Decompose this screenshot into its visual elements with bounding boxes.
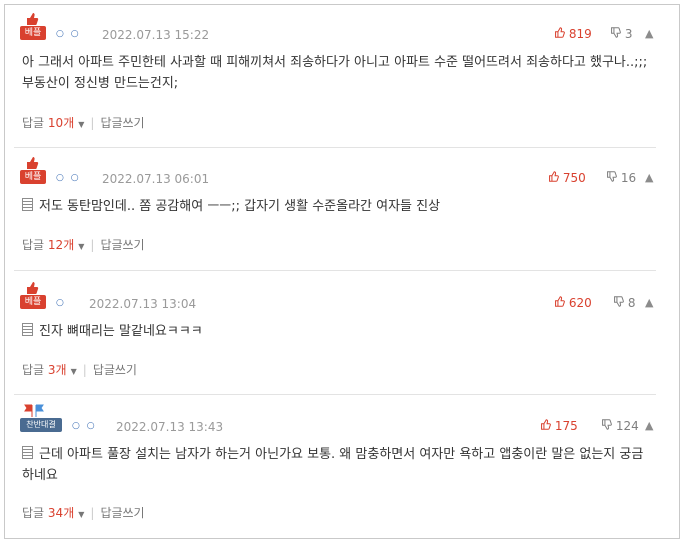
thumbs-up-icon <box>549 171 559 182</box>
badge-label: 베플 <box>20 26 46 40</box>
author-dots[interactable]: ○ <box>56 298 66 308</box>
comment-date: 2022.07.13 13:43 <box>116 420 224 434</box>
reply-toggle[interactable]: 답글 34개 ▼ <box>22 506 84 520</box>
comment-text: 진자 뼈때리는 말같네요ㅋㅋㅋ <box>22 311 654 342</box>
document-icon <box>22 446 33 459</box>
comment-item: 베플 ○ ○ 2022.07.13 06:01 750 16 ▲ 저도 동탄맘인… <box>14 150 654 252</box>
thumbs-down-icon <box>614 296 624 307</box>
chevron-down-icon: ▼ <box>70 367 77 376</box>
versus-badge: 찬반대결 <box>20 404 62 436</box>
chevron-down-icon: ▼ <box>78 242 85 251</box>
thumbs-up-icon <box>27 157 39 170</box>
document-icon <box>22 198 33 211</box>
comment-date: 2022.07.13 15:22 <box>102 28 210 42</box>
badge-label: 찬반대결 <box>20 418 62 432</box>
comment-text: 아 그래서 아파트 주민한테 사과할 때 피해끼쳐서 죄송하다가 아니고 아파트… <box>22 55 648 91</box>
comment-actions: 답글 3개 ▼ | 답글쓰기 <box>22 363 137 377</box>
downvote-button[interactable]: 16 <box>606 171 636 185</box>
report-icon[interactable]: ▲ <box>645 296 653 309</box>
badge-label: 베플 <box>20 295 46 309</box>
upvote-count: 750 <box>562 171 586 185</box>
comment-date: 2022.07.13 06:01 <box>102 172 210 186</box>
upvote-count: 819 <box>568 27 592 41</box>
upvote-count: 175 <box>554 419 578 433</box>
downvote-count: 124 <box>615 419 639 433</box>
comment-item: 찬반대결 ○ ○ 2022.07.13 13:43 175 124 ▲ 근데 아… <box>14 398 654 520</box>
upvote-button[interactable]: 175 <box>540 419 578 433</box>
downvote-button[interactable]: 3 <box>610 27 632 41</box>
chevron-down-icon: ▼ <box>78 120 85 129</box>
report-icon[interactable]: ▲ <box>645 419 653 432</box>
thumbs-down-icon <box>611 27 621 38</box>
reply-toggle[interactable]: 답글 12개 ▼ <box>22 238 84 252</box>
thumbs-down-icon <box>602 419 612 430</box>
comment-item: 베플 ○ ○ 2022.07.13 15:22 819 3 ▲ 아 그래서 아파… <box>14 6 654 130</box>
downvote-count: 16 <box>620 171 637 185</box>
comment-actions: 답글 10개 ▼ | 답글쓰기 <box>22 116 145 130</box>
divider <box>14 394 656 395</box>
best-badge: 베플 <box>20 12 46 44</box>
reply-toggle[interactable]: 답글 3개 ▼ <box>22 363 77 377</box>
divider <box>14 270 656 271</box>
report-icon[interactable]: ▲ <box>645 171 653 184</box>
comment-actions: 답글 34개 ▼ | 답글쓰기 <box>22 506 145 520</box>
thumbs-up-icon <box>555 27 565 38</box>
badge-label: 베플 <box>20 170 46 184</box>
author-dots[interactable]: ○ ○ <box>72 421 97 431</box>
write-reply-link[interactable]: 답글쓰기 <box>100 116 144 130</box>
best-badge: 베플 <box>20 281 46 313</box>
author-dots[interactable]: ○ ○ <box>56 173 81 183</box>
thumbs-up-icon <box>27 13 39 26</box>
write-reply-link[interactable]: 답글쓰기 <box>93 363 137 377</box>
downvote-count: 3 <box>624 27 633 41</box>
reply-toggle[interactable]: 답글 10개 ▼ <box>22 116 84 130</box>
upvote-button[interactable]: 750 <box>548 171 586 185</box>
upvote-button[interactable]: 819 <box>554 27 592 41</box>
chevron-down-icon: ▼ <box>78 510 85 519</box>
document-icon <box>22 323 33 336</box>
comment-meta: 베플 ○ ○ 2022.07.13 06:01 750 16 ▲ <box>14 150 654 186</box>
thumbs-down-icon <box>607 171 617 182</box>
comment-meta: 베플 ○ 2022.07.13 13:04 620 8 ▲ <box>14 275 654 311</box>
downvote-count: 8 <box>627 296 636 310</box>
upvote-count: 620 <box>568 296 592 310</box>
downvote-button[interactable]: 8 <box>613 296 635 310</box>
report-icon[interactable]: ▲ <box>645 27 653 40</box>
comment-text: 근데 아파트 풀장 설치는 남자가 하는거 아닌가요 보통. 왜 맘충하면서 여… <box>22 446 644 483</box>
downvote-button[interactable]: 124 <box>601 419 639 433</box>
thumbs-up-icon <box>541 419 551 430</box>
divider <box>14 147 656 148</box>
comment-item: 베플 ○ 2022.07.13 13:04 620 8 ▲ 진자 뼈때리는 말같… <box>14 275 654 377</box>
best-badge: 베플 <box>20 156 46 188</box>
thumbs-up-icon <box>555 296 565 307</box>
write-reply-link[interactable]: 답글쓰기 <box>100 238 144 252</box>
author-dots[interactable]: ○ ○ <box>56 29 81 39</box>
thumbs-up-icon <box>27 282 39 295</box>
flags-icon <box>24 404 44 417</box>
comment-meta: 찬반대결 ○ ○ 2022.07.13 13:43 175 124 ▲ <box>14 398 654 434</box>
comment-text: 저도 동탄맘인데.. 쫌 공감해여 ㅡㅡ;; 갑자기 생활 수준올라간 여자들 … <box>22 186 654 217</box>
comment-meta: 베플 ○ ○ 2022.07.13 15:22 819 3 ▲ <box>14 6 654 42</box>
write-reply-link[interactable]: 답글쓰기 <box>100 506 144 520</box>
comment-actions: 답글 12개 ▼ | 답글쓰기 <box>22 238 145 252</box>
comment-date: 2022.07.13 13:04 <box>89 297 197 311</box>
upvote-button[interactable]: 620 <box>554 296 592 310</box>
